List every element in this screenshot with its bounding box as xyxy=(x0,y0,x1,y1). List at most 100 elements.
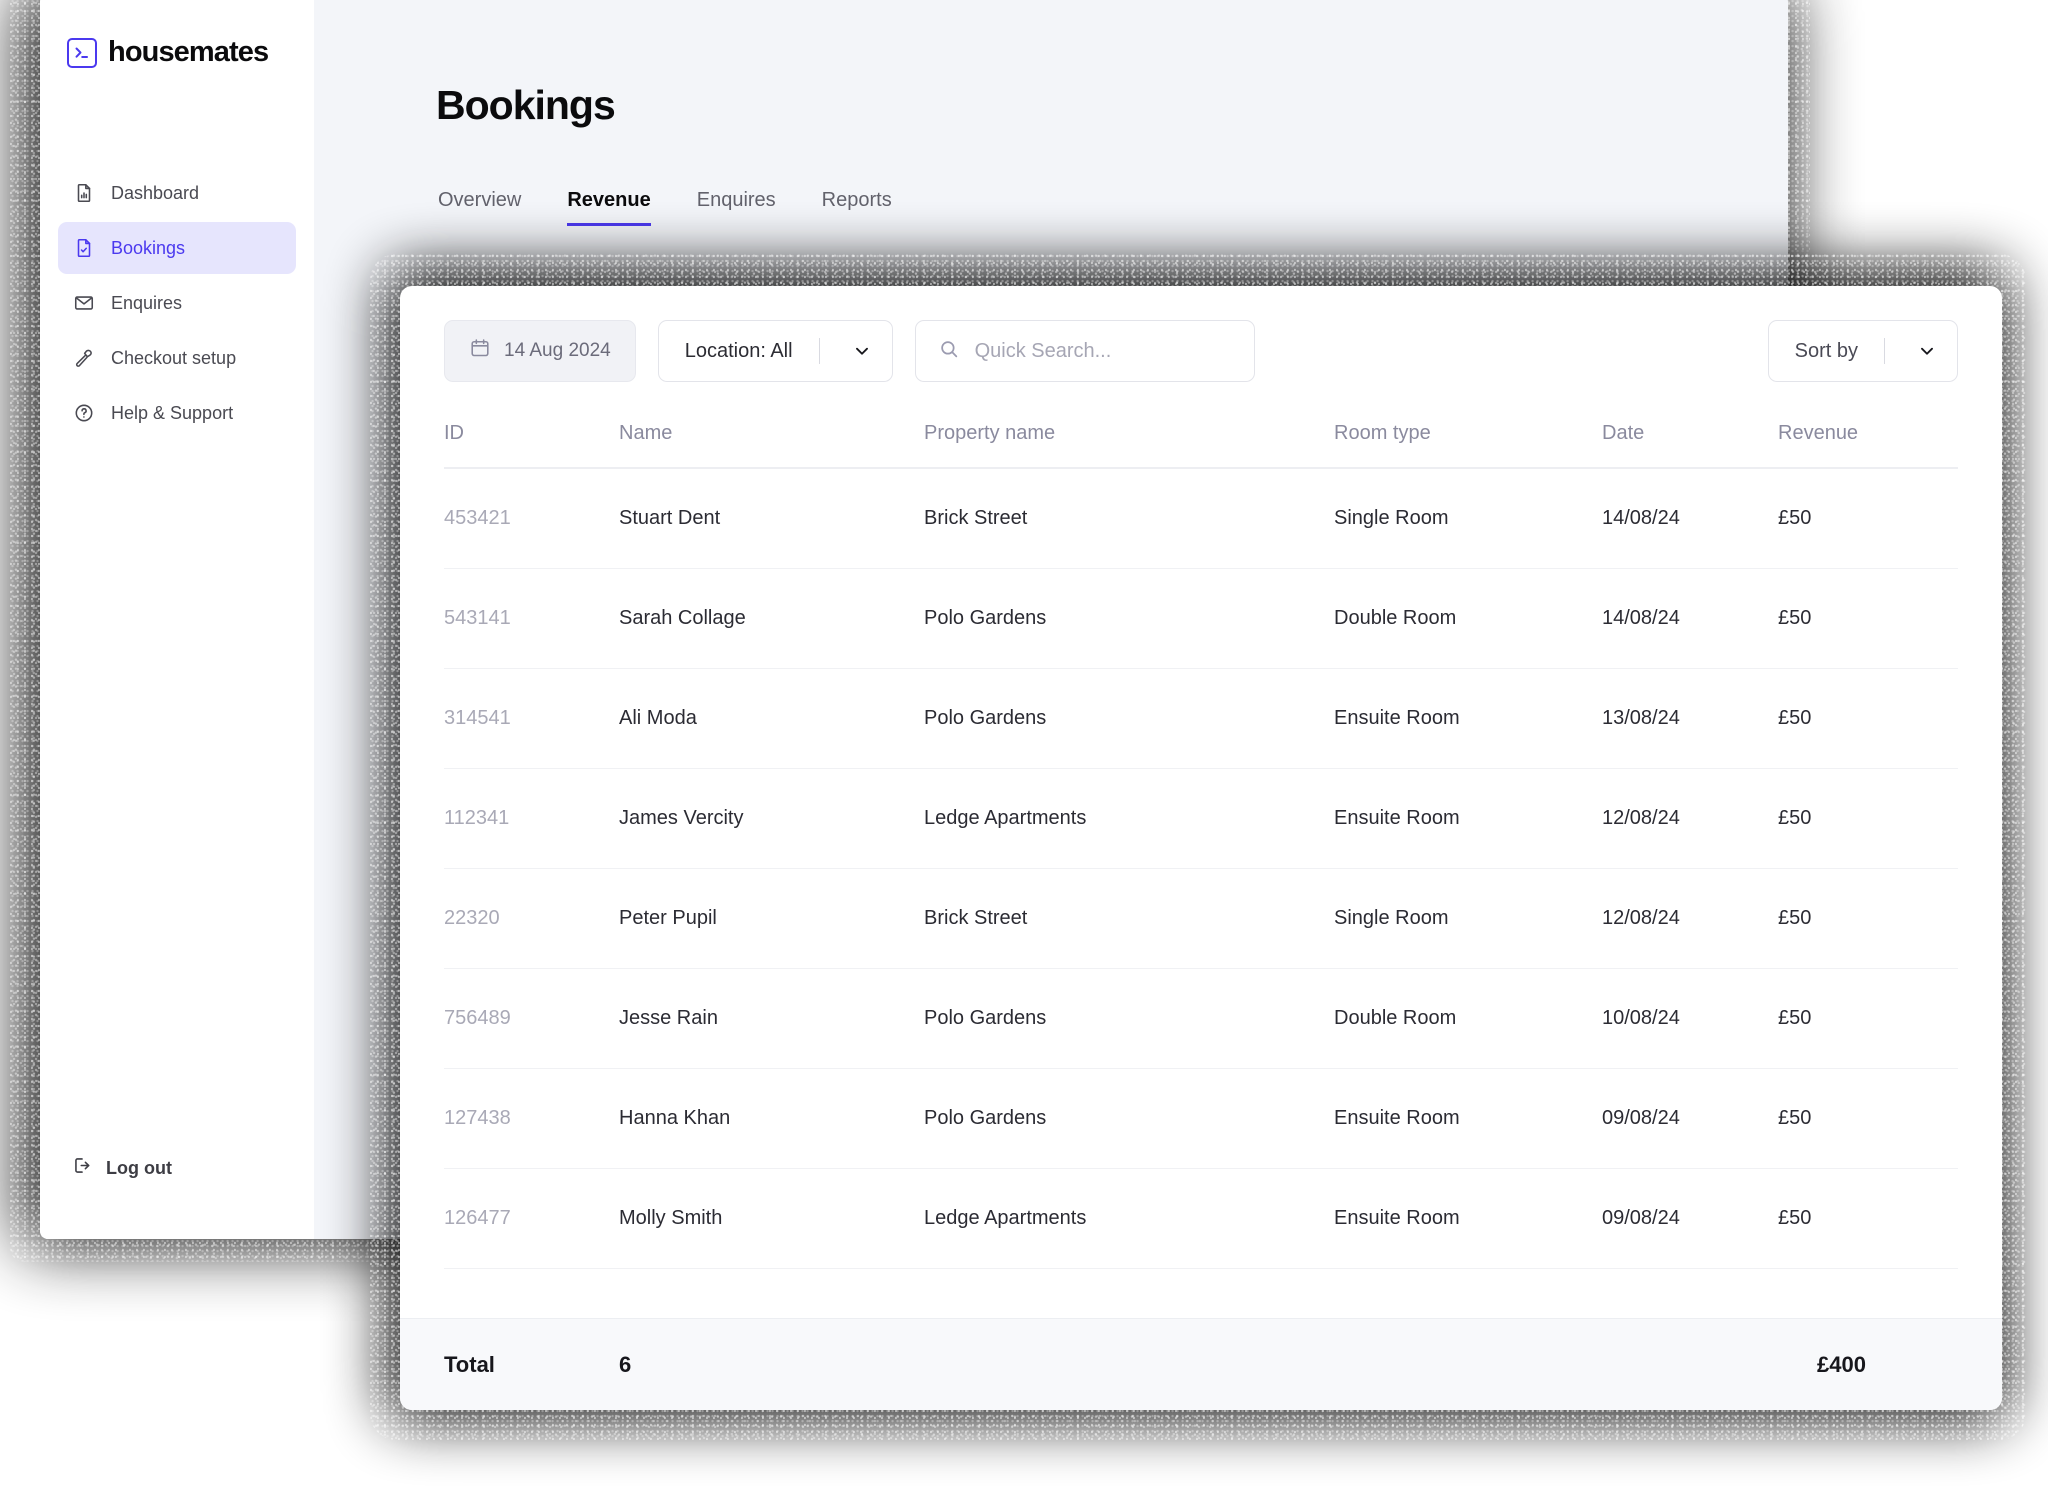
screenshot-stage: housemates Dashboard Bookings Enquires C… xyxy=(0,0,2048,1494)
cell-date: 09/08/24 xyxy=(1602,1207,1680,1229)
sidebar: housemates Dashboard Bookings Enquires C… xyxy=(40,0,314,1239)
table-row[interactable]: 112341 James Vercity Ledge Apartments En… xyxy=(444,769,1958,869)
column-header-revenue[interactable]: Revenue xyxy=(1762,422,1958,445)
cell-room: Double Room xyxy=(1334,607,1457,629)
tab-reports[interactable]: Reports xyxy=(822,189,892,226)
cell-date: 14/08/24 xyxy=(1602,507,1680,529)
hammer-icon xyxy=(72,346,96,370)
sidebar-item-help-support[interactable]: Help & Support xyxy=(58,387,296,439)
terminal-prompt-icon xyxy=(67,37,97,68)
sidebar-item-checkout-setup[interactable]: Checkout setup xyxy=(58,332,296,384)
cell-property: Polo Gardens xyxy=(924,707,1047,729)
cell-revenue: £50 xyxy=(1778,1207,1812,1229)
question-circle-icon xyxy=(72,401,96,425)
total-revenue: £400 xyxy=(1817,1351,1866,1377)
cell-name: Jesse Rain xyxy=(619,1007,718,1029)
location-filter[interactable]: Location: All xyxy=(657,320,893,382)
bookings-table: ID Name Property name Room type Date Rev… xyxy=(444,422,1958,1269)
chevron-down-icon xyxy=(840,340,884,362)
cell-id: 756489 xyxy=(444,1007,511,1029)
table-row[interactable]: 453421 Stuart Dent Brick Street Single R… xyxy=(444,469,1958,569)
table-row[interactable]: 126477 Molly Smith Ledge Apartments Ensu… xyxy=(444,1169,1958,1269)
document-check-icon xyxy=(72,236,96,260)
tab-enquires[interactable]: Enquires xyxy=(697,189,776,226)
cell-name: Ali Moda xyxy=(619,707,697,729)
total-label: Total xyxy=(444,1351,495,1377)
table-card: 14 Aug 2024 Location: All Quick Search..… xyxy=(400,286,2002,1410)
document-chart-icon xyxy=(72,181,96,205)
table-row[interactable]: 314541 Ali Moda Polo Gardens Ensuite Roo… xyxy=(444,669,1958,769)
select-divider xyxy=(818,338,820,364)
brand-logo[interactable]: housemates xyxy=(40,0,314,69)
cell-room: Ensuite Room xyxy=(1334,707,1460,729)
date-value: 14 Aug 2024 xyxy=(504,340,611,361)
cell-name: James Vercity xyxy=(619,807,744,829)
cell-property: Brick Street xyxy=(924,907,1028,929)
sidebar-item-label: Dashboard xyxy=(111,182,200,203)
cell-name: Peter Pupil xyxy=(619,907,717,929)
cell-id: 543141 xyxy=(444,607,511,629)
quick-search[interactable] xyxy=(914,320,1255,382)
column-header-date[interactable]: Date xyxy=(1602,422,1762,445)
total-count: 6 xyxy=(619,1351,632,1377)
table-toolbar: 14 Aug 2024 Location: All Quick Search..… xyxy=(400,286,2002,382)
tab-overview[interactable]: Overview xyxy=(438,189,521,226)
select-divider xyxy=(1884,338,1885,364)
cell-id: 314541 xyxy=(444,707,511,729)
cell-room: Ensuite Room xyxy=(1334,807,1460,829)
cell-property: Polo Gardens xyxy=(924,607,1047,629)
search-icon xyxy=(938,338,960,365)
logout-icon xyxy=(72,1155,93,1181)
table-row[interactable]: 543141 Sarah Collage Polo Gardens Double… xyxy=(444,569,1958,669)
column-header-property[interactable]: Property name xyxy=(924,422,1334,445)
sidebar-item-dashboard[interactable]: Dashboard xyxy=(58,167,296,219)
page-title: Bookings xyxy=(436,82,616,128)
sidebar-item-label: Enquires xyxy=(111,292,183,313)
cell-revenue: £50 xyxy=(1778,1007,1812,1029)
cell-room: Double Room xyxy=(1334,1007,1457,1029)
cell-date: 13/08/24 xyxy=(1602,707,1680,729)
column-header-name[interactable]: Name xyxy=(619,422,924,445)
envelope-icon xyxy=(72,291,96,315)
cell-property: Brick Street xyxy=(924,507,1028,529)
cell-id: 126477 xyxy=(444,1207,511,1229)
date-picker[interactable]: 14 Aug 2024 xyxy=(444,320,636,382)
cell-name: Sarah Collage xyxy=(619,607,746,629)
column-header-room[interactable]: Room type xyxy=(1334,422,1602,445)
brand-name: housemates xyxy=(108,36,269,68)
cell-revenue: £50 xyxy=(1778,807,1812,829)
cell-property: Polo Gardens xyxy=(924,1007,1047,1029)
cell-property: Ledge Apartments xyxy=(924,807,1087,829)
cell-room: Single Room xyxy=(1334,907,1449,929)
cell-revenue: £50 xyxy=(1778,707,1812,729)
tab-revenue[interactable]: Revenue xyxy=(567,189,651,226)
sort-by-label: Sort by xyxy=(1794,339,1858,362)
cell-revenue: £50 xyxy=(1778,607,1812,629)
chevron-down-icon xyxy=(1905,340,1949,362)
table-header-row: ID Name Property name Room type Date Rev… xyxy=(444,422,1958,469)
logout-button[interactable]: Log out xyxy=(40,1155,314,1181)
cell-id: 112341 xyxy=(444,807,510,829)
sidebar-nav: Dashboard Bookings Enquires Checkout set… xyxy=(40,167,314,439)
cell-property: Ledge Apartments xyxy=(924,1207,1087,1229)
table-row[interactable]: 127438 Hanna Khan Polo Gardens Ensuite R… xyxy=(444,1069,1958,1169)
cell-revenue: £50 xyxy=(1778,907,1812,929)
cell-name: Stuart Dent xyxy=(619,507,721,529)
table-row[interactable]: 756489 Jesse Rain Polo Gardens Double Ro… xyxy=(444,969,1958,1069)
calendar-icon xyxy=(469,337,491,365)
column-header-id[interactable]: ID xyxy=(444,422,619,445)
sidebar-item-label: Checkout setup xyxy=(111,347,237,368)
sort-by-dropdown[interactable]: Sort by xyxy=(1767,320,1958,382)
cell-date: 12/08/24 xyxy=(1602,907,1680,929)
cell-room: Single Room xyxy=(1334,507,1449,529)
search-input[interactable] xyxy=(974,339,1232,363)
cell-revenue: £50 xyxy=(1778,1107,1812,1129)
logout-label: Log out xyxy=(106,1157,172,1178)
sidebar-item-bookings[interactable]: Bookings xyxy=(58,222,296,274)
location-label: Location: All xyxy=(684,339,793,362)
cell-room: Ensuite Room xyxy=(1334,1207,1460,1229)
cell-date: 09/08/24 xyxy=(1602,1107,1680,1129)
cell-name: Hanna Khan xyxy=(619,1107,731,1129)
table-row[interactable]: 22320 Peter Pupil Brick Street Single Ro… xyxy=(444,869,1958,969)
sidebar-item-enquires[interactable]: Enquires xyxy=(58,277,296,329)
